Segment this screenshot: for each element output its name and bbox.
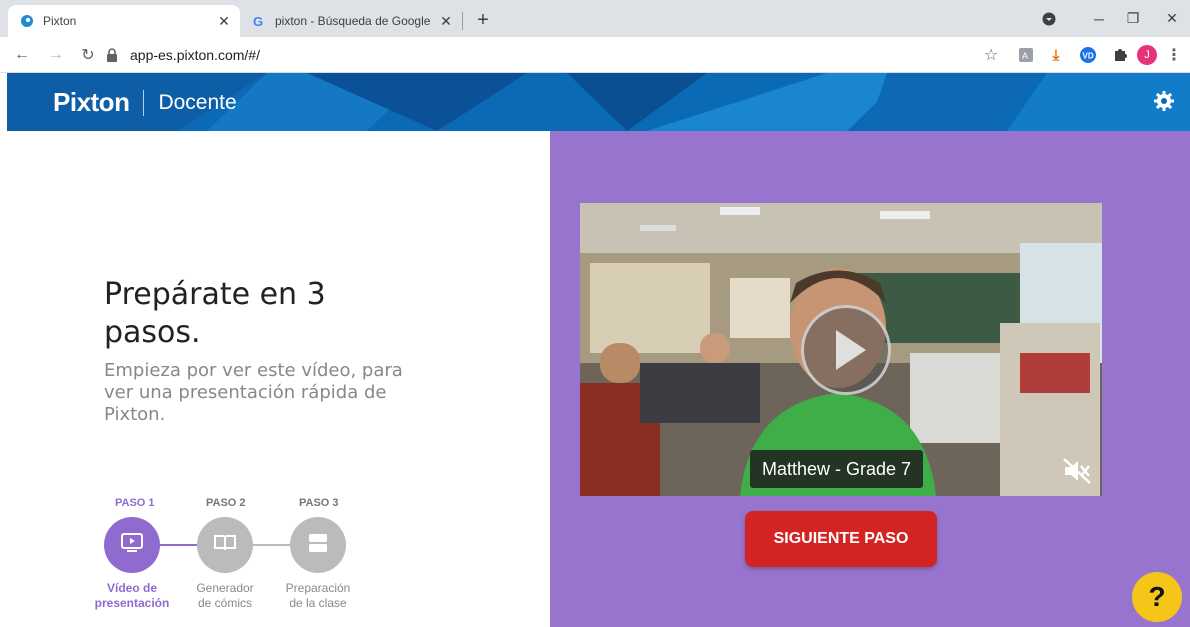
step-3-description: Preparación de la clase: [268, 581, 368, 611]
pixton-logo[interactable]: Pixton Docente: [53, 87, 237, 118]
help-button[interactable]: ?: [1132, 572, 1182, 622]
tab-pixton[interactable]: Pixton ✕: [8, 5, 240, 37]
lock-icon: [106, 48, 122, 62]
browser-tabstrip: Pixton ✕ G pixton - Búsqueda de Google ✕…: [0, 0, 1190, 37]
next-step-button[interactable]: SIGUIENTE PASO: [745, 511, 937, 567]
google-favicon-icon: G: [251, 13, 267, 29]
step-1-description-line1: Vídeo de: [106, 581, 157, 595]
profile-menu-icon[interactable]: [1026, 0, 1072, 37]
close-window-button[interactable]: ✕: [1149, 0, 1190, 37]
step-1-button[interactable]: [104, 517, 160, 573]
tab-close-icon[interactable]: ✕: [214, 11, 234, 31]
tab-google-search[interactable]: G pixton - Búsqueda de Google ✕: [240, 5, 462, 37]
mute-icon[interactable]: [1062, 457, 1092, 485]
tab-separator: [462, 12, 463, 30]
intro-description: Empieza por ver este vídeo, para ver una…: [104, 360, 403, 425]
video-icon: [121, 532, 143, 558]
play-icon: [836, 330, 866, 370]
step-3-button[interactable]: [290, 517, 346, 573]
download-extension-icon[interactable]: ⤓: [1046, 45, 1066, 65]
pdf-extension-icon[interactable]: A: [1016, 45, 1036, 65]
page-title: Prepárate en 3 pasos.: [104, 277, 326, 350]
video-panel: Matthew - Grade 7 SIGUIENTE PASO ?: [550, 131, 1190, 627]
step-2-button[interactable]: [197, 517, 253, 573]
settings-gear-icon[interactable]: [1152, 89, 1176, 113]
intro-video-player[interactable]: Matthew - Grade 7: [580, 203, 1102, 496]
brand-name: Pixton: [53, 87, 130, 117]
step-3-description-line1: Preparación: [285, 581, 351, 595]
logo-divider: [143, 89, 145, 116]
step-2-label: PASO 2: [206, 497, 246, 509]
pixton-header: Pixton Docente: [7, 73, 1190, 131]
play-button[interactable]: [801, 305, 891, 395]
intro-panel: Prepárate en 3 pasos. Empieza por ver es…: [7, 131, 550, 627]
profile-avatar[interactable]: J: [1137, 45, 1157, 65]
book-icon: [213, 534, 237, 557]
step-1-description: Vídeo de presentación: [82, 581, 182, 611]
svg-text:A: A: [1022, 51, 1028, 61]
tab-close-icon[interactable]: ✕: [436, 11, 456, 31]
reload-button[interactable]: ↻: [76, 43, 100, 67]
step-3-label: PASO 3: [299, 497, 339, 509]
new-tab-button[interactable]: +: [471, 9, 495, 33]
vd-extension-icon[interactable]: VD: [1078, 45, 1098, 65]
tab-title: Pixton: [43, 14, 77, 28]
puzzle-extensions-icon[interactable]: [1110, 45, 1130, 65]
address-bar[interactable]: app-es.pixton.com/#/: [106, 41, 1006, 69]
video-caption: Matthew - Grade 7: [750, 450, 924, 488]
browser-toolbar: ← → ↻ app-es.pixton.com/#/ ☆ A ⤓ VD J ⋮: [0, 37, 1190, 73]
bookmark-star-icon[interactable]: ☆: [981, 45, 1001, 65]
step-1-label: PASO 1: [115, 497, 155, 509]
svg-text:G: G: [253, 14, 263, 29]
back-button[interactable]: ←: [10, 43, 34, 67]
role-label: Docente: [158, 90, 237, 114]
forward-button[interactable]: →: [44, 43, 68, 67]
tab-title: pixton - Búsqueda de Google: [275, 14, 431, 28]
chrome-menu-icon[interactable]: ⋮: [1164, 45, 1184, 65]
step-2-description: Generador de cómics: [175, 581, 275, 611]
pixton-favicon-icon: [19, 13, 35, 29]
step-3-description-line2: de la clase: [289, 596, 347, 610]
step-2-description-line1: Generador: [196, 581, 254, 595]
svg-text:VD: VD: [1083, 52, 1094, 61]
profile-initial: J: [1144, 49, 1150, 61]
step-1-description-line2: presentación: [94, 596, 170, 610]
url-text: app-es.pixton.com/#/: [130, 47, 260, 63]
layout-icon: [308, 533, 328, 558]
step-2-description-line2: de cómics: [197, 596, 253, 610]
